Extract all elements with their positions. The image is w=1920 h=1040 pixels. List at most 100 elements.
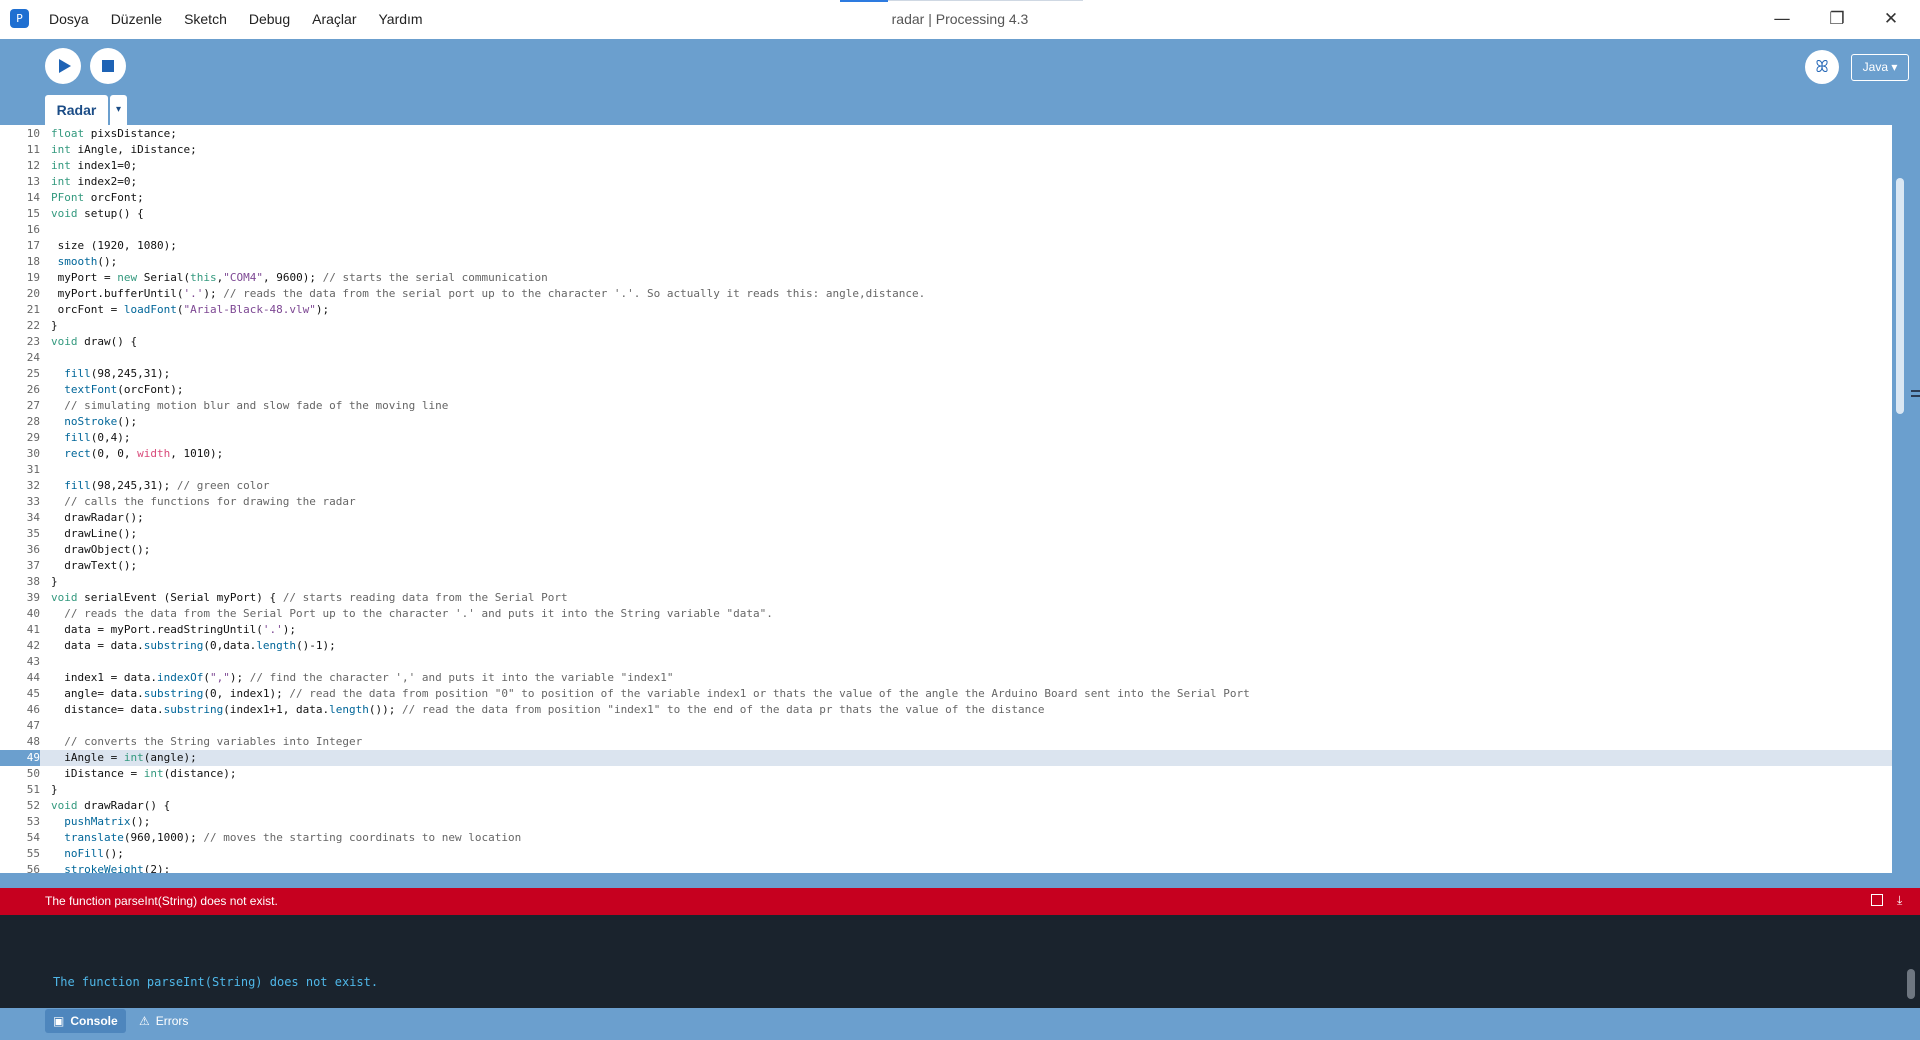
tab-errors-label: Errors: [155, 1014, 189, 1028]
console-output: The function parseInt(String) does not e…: [53, 975, 379, 989]
code-line[interactable]: 54 translate(960,1000); // moves the sta…: [0, 830, 1892, 846]
tab-menu-button[interactable]: ▾: [110, 95, 127, 125]
code-line[interactable]: 39 void serialEvent (Serial myPort) { // …: [0, 590, 1892, 606]
code-line[interactable]: 29 fill(0,4);: [0, 430, 1892, 446]
code-line[interactable]: 56 strokeWeight(2);: [0, 862, 1892, 873]
code-line[interactable]: 42 data = data.substring(0,data.length()…: [0, 638, 1892, 654]
code-text: data = myPort.readStringUntil('.');: [51, 623, 297, 636]
code-line[interactable]: 34 drawRadar();: [0, 510, 1892, 526]
line-number: 25: [26, 367, 40, 380]
line-number: 29: [26, 431, 40, 444]
copy-icon[interactable]: [1871, 894, 1883, 906]
tab-radar[interactable]: Radar: [45, 95, 108, 125]
line-number: 31: [26, 463, 40, 476]
code-text: // calls the functions for drawing the r…: [64, 495, 356, 508]
line-number: 38: [26, 575, 40, 588]
line-number: 33: [26, 495, 40, 508]
code-line[interactable]: 23 void draw() {: [0, 334, 1892, 350]
code-line[interactable]: 11 int iAngle, iDistance;: [0, 142, 1892, 158]
code-line[interactable]: 18 smooth();: [0, 254, 1892, 270]
code-line[interactable]: 12 int index1=0;: [0, 158, 1892, 174]
code-line[interactable]: 52 void drawRadar() {: [0, 798, 1892, 814]
line-number: 10: [26, 127, 40, 140]
error-marker[interactable]: [1911, 390, 1920, 392]
restore-button[interactable]: ❐: [1814, 0, 1860, 38]
code-text: iAngle = int(angle);: [51, 751, 197, 764]
error-marker[interactable]: [1911, 395, 1920, 397]
line-number: 21: [26, 303, 40, 316]
code-line[interactable]: 10 float pixsDistance;: [0, 126, 1892, 142]
code-line[interactable]: 50 iDistance = int(distance);: [0, 766, 1892, 782]
close-button[interactable]: ✕: [1868, 0, 1914, 38]
line-number: 56: [26, 863, 40, 873]
tab-console-label: Console: [70, 1014, 118, 1028]
code-line[interactable]: 37 drawText();: [0, 558, 1892, 574]
code-text: }: [51, 783, 58, 796]
code-line[interactable]: 30 rect(0, 0, width, 1010);: [0, 446, 1892, 462]
code-text: pushMatrix();: [64, 815, 151, 828]
code-line[interactable]: 21 orcFont = loadFont("Arial-Black-48.vl…: [0, 302, 1892, 318]
mode-selector[interactable]: Java ▾: [1851, 54, 1909, 81]
run-button[interactable]: [45, 48, 81, 84]
code-line[interactable]: 27 // simulating motion blur and slow fa…: [0, 398, 1892, 414]
code-line[interactable]: 49 iAngle = int(angle);: [0, 750, 1892, 766]
line-number: 22: [26, 319, 40, 332]
code-line[interactable]: 31: [0, 462, 1892, 478]
code-line[interactable]: 24: [0, 350, 1892, 366]
code-line[interactable]: 55 noFill();: [0, 846, 1892, 862]
stop-button[interactable]: [90, 48, 126, 84]
code-line[interactable]: 15 void setup() {: [0, 206, 1892, 222]
code-line[interactable]: 35 drawLine();: [0, 526, 1892, 542]
line-number: 24: [26, 351, 40, 364]
code-line[interactable]: 38}: [0, 574, 1892, 590]
minimize-button[interactable]: —: [1759, 0, 1805, 38]
line-number: 40: [26, 607, 40, 620]
line-number: 34: [26, 511, 40, 524]
tab-errors[interactable]: ⚠ Errors: [131, 1009, 196, 1033]
code-line[interactable]: 33 // calls the functions for drawing th…: [0, 494, 1892, 510]
code-line[interactable]: 32 fill(98,245,31); // green color: [0, 478, 1892, 494]
window-title: radar | Processing 4.3: [891, 11, 1029, 27]
code-line[interactable]: 13 int index2=0;: [0, 174, 1892, 190]
code-text: strokeWeight(2);: [64, 863, 171, 873]
line-number: 28: [26, 415, 40, 428]
console-scroll-thumb[interactable]: [1907, 969, 1915, 999]
code-line[interactable]: 40 // reads the data from the Serial Por…: [0, 606, 1892, 622]
editor-scroll-thumb[interactable]: [1896, 178, 1904, 414]
code-line[interactable]: 16: [0, 222, 1892, 238]
debugger-button[interactable]: ꕤ: [1805, 50, 1839, 84]
code-line[interactable]: 46 distance= data.substring(index1+1, da…: [0, 702, 1892, 718]
code-line[interactable]: 25 fill(98,245,31);: [0, 366, 1892, 382]
code-line[interactable]: 22}: [0, 318, 1892, 334]
code-line[interactable]: 28 noStroke();: [0, 414, 1892, 430]
tab-console[interactable]: ▣ Console: [45, 1009, 126, 1033]
code-line[interactable]: 45 angle= data.substring(0, index1); // …: [0, 686, 1892, 702]
collapse-icon[interactable]: ⤓: [1897, 893, 1902, 908]
code-line[interactable]: 51}: [0, 782, 1892, 798]
butterfly-icon: ꕤ: [1815, 57, 1829, 76]
code-line[interactable]: 17 size (1920, 1080);: [0, 238, 1892, 254]
code-line[interactable]: 26 textFont(orcFont);: [0, 382, 1892, 398]
code-text: void setup() {: [51, 207, 144, 220]
code-line[interactable]: 14 PFont orcFont;: [0, 190, 1892, 206]
line-number: 43: [26, 655, 40, 668]
line-number: 48: [26, 735, 40, 748]
line-number: 20: [26, 287, 40, 300]
code-line[interactable]: 47: [0, 718, 1892, 734]
code-line[interactable]: 41 data = myPort.readStringUntil('.');: [0, 622, 1892, 638]
code-editor[interactable]: 10 float pixsDistance; 11 int iAngle, iDist…: [0, 125, 1892, 873]
code-text: angle= data.substring(0, index1); // rea…: [51, 687, 1250, 700]
code-line[interactable]: 44 index1 = data.indexOf(","); // find t…: [0, 670, 1892, 686]
code-line[interactable]: 48 // converts the String variables into…: [0, 734, 1892, 750]
code-text: int index2=0;: [51, 175, 138, 188]
line-number: 45: [26, 687, 40, 700]
code-line[interactable]: 53 pushMatrix();: [0, 814, 1892, 830]
stop-icon: [102, 60, 114, 72]
code-text: distance= data.substring(index1+1, data.…: [51, 703, 1045, 716]
code-line[interactable]: 20 myPort.bufferUntil('.'); // reads the…: [0, 286, 1892, 302]
code-line[interactable]: 19 myPort = new Serial(this,"COM4", 9600…: [0, 270, 1892, 286]
code-line[interactable]: 43: [0, 654, 1892, 670]
line-number: 12: [26, 159, 40, 172]
line-number: 41: [26, 623, 40, 636]
code-line[interactable]: 36 drawObject();: [0, 542, 1892, 558]
